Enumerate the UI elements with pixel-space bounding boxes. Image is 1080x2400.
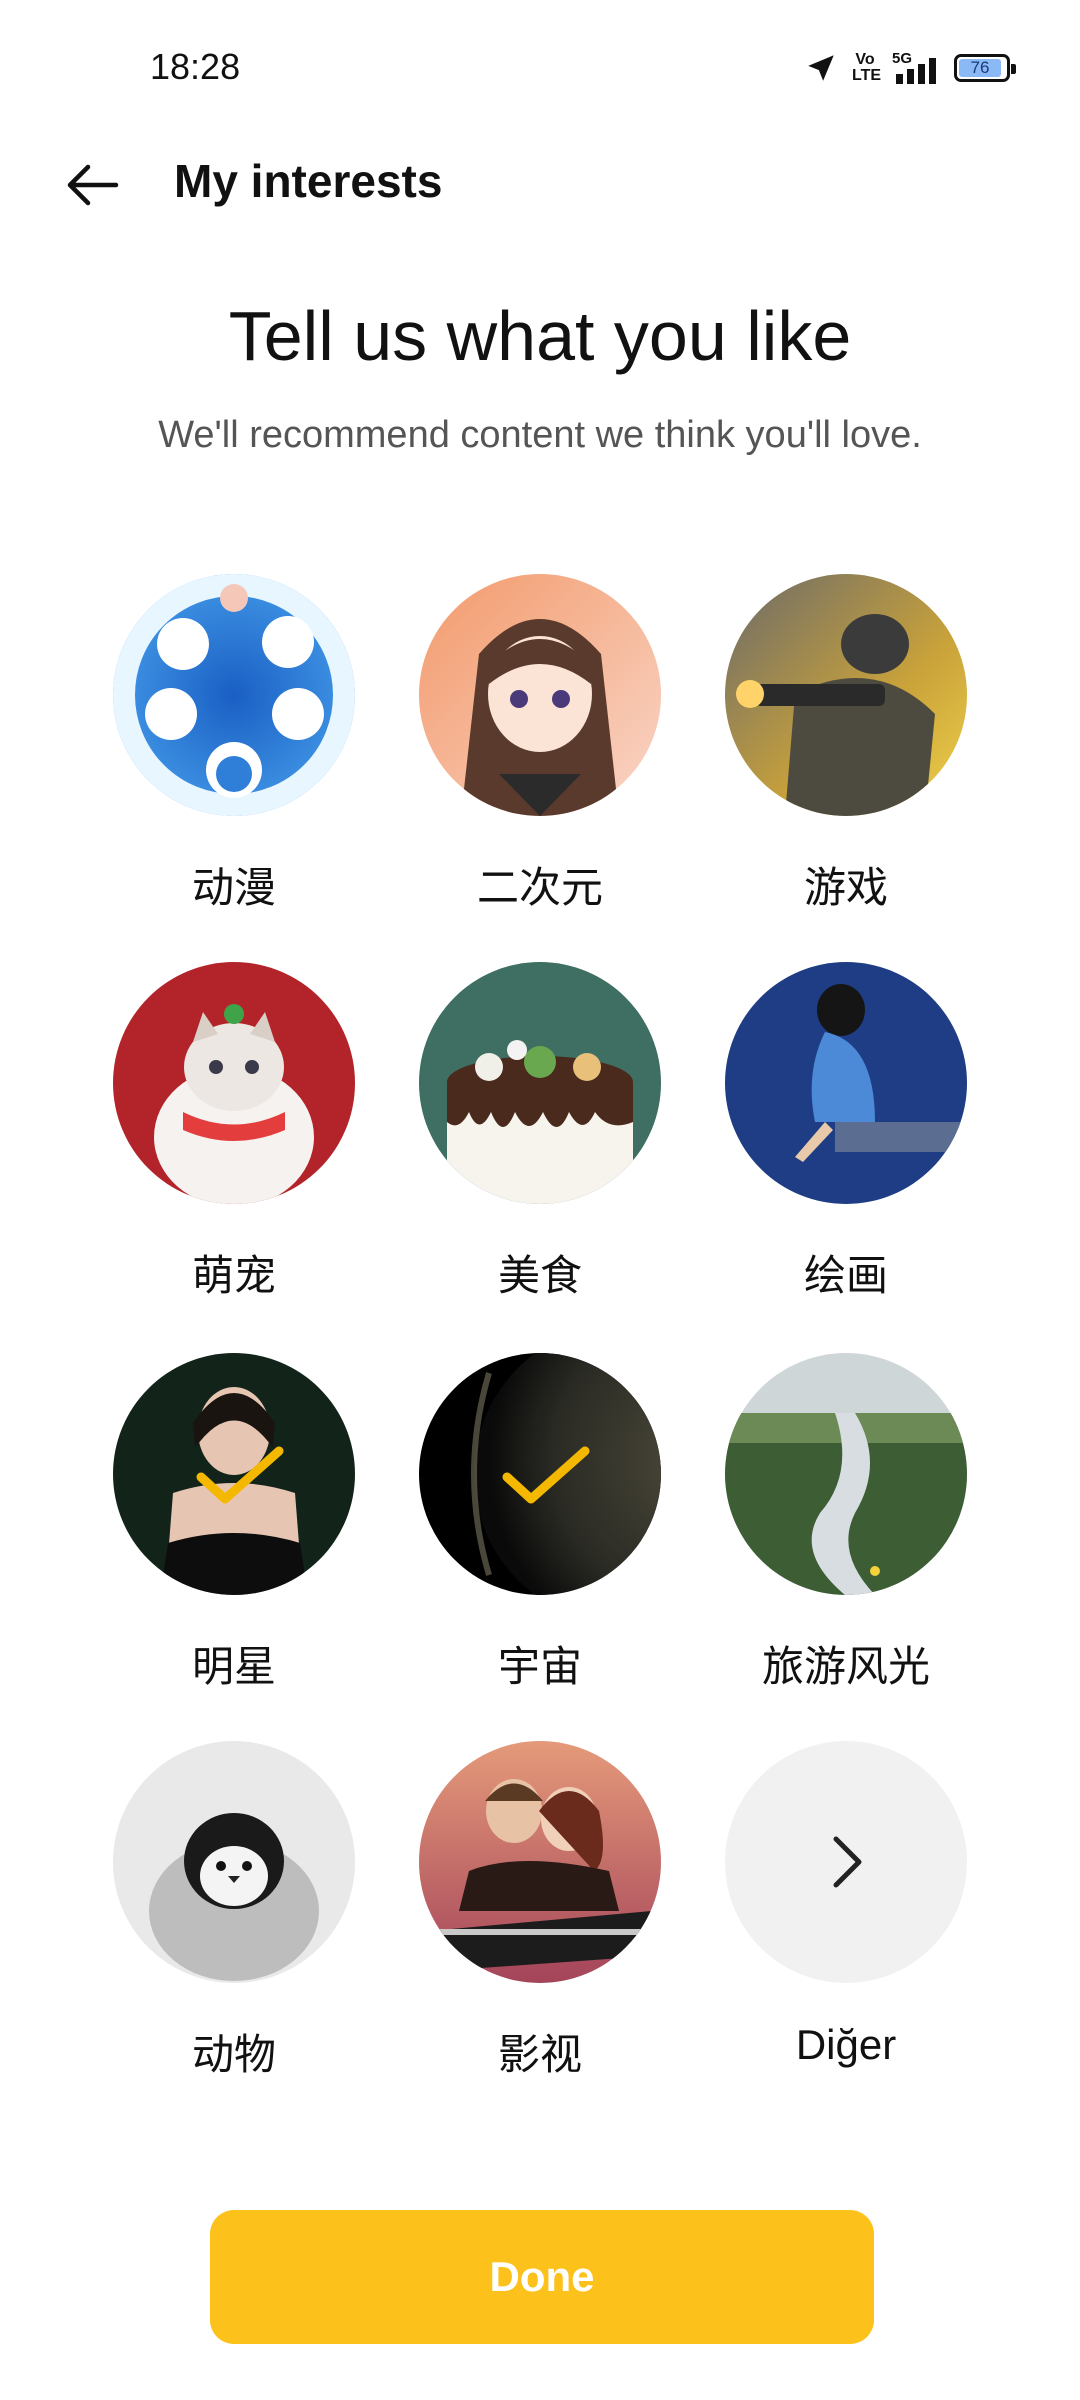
interest-tile-more[interactable]: Diğer [721, 1741, 971, 2069]
interest-label: 旅游风光 [761, 1643, 930, 1690]
interest-tile-pets[interactable]: 萌宠 [109, 962, 359, 1303]
interest-tile-games[interactable]: 游戏 [721, 574, 971, 915]
animals-image [113, 1741, 355, 1983]
chevron-right-icon [833, 1836, 862, 1888]
interest-label: 影视 [497, 2031, 582, 2078]
acg-image [419, 574, 661, 816]
painting-image [725, 962, 967, 1204]
food-image [419, 962, 661, 1204]
interest-tile-painting[interactable]: 绘画 [721, 962, 971, 1303]
arrow-left-icon [67, 164, 119, 206]
celebrity-image [113, 1353, 355, 1595]
status-icons: Vo LTE 5G 76 [804, 48, 1016, 88]
interest-label: 游戏 [803, 864, 888, 911]
games-image [725, 574, 967, 816]
interest-label: 宇宙 [497, 1643, 582, 1690]
more-circle [725, 1741, 967, 1983]
film-image [419, 1741, 661, 1983]
signal-icon: 5G [892, 50, 940, 86]
status-bar: 18:28 Vo LTE 5G 76 [0, 0, 1080, 120]
anime-image [113, 574, 355, 816]
interest-tile-acg[interactable]: 二次元 [415, 574, 665, 915]
battery-level: 76 [970, 58, 990, 77]
volte-indicator: Vo LTE [852, 51, 882, 84]
back-button[interactable] [62, 150, 132, 220]
universe-image [419, 1353, 661, 1595]
interest-label: 明星 [191, 1643, 276, 1690]
interest-label: 美食 [497, 1252, 582, 1299]
interest-label: Diğer [795, 2021, 897, 2068]
checkmark-icon [502, 1446, 590, 1504]
interest-tile-travel[interactable]: 旅游风光 [721, 1353, 971, 1694]
page-title: My interests [174, 155, 443, 207]
interest-tile-universe[interactable]: 宇宙 [415, 1353, 665, 1694]
checkmark-icon [196, 1446, 284, 1504]
status-time: 18:28 [150, 46, 241, 87]
interest-tile-film[interactable]: 影视 [415, 1741, 665, 2082]
interest-label: 动漫 [191, 864, 276, 911]
interest-tile-celebrity[interactable]: 明星 [109, 1353, 359, 1694]
interest-label: 萌宠 [191, 1252, 276, 1299]
battery-icon: 76 [954, 54, 1016, 82]
subheadline: We'll recommend content we think you'll … [158, 414, 922, 456]
location-arrow-icon [808, 55, 834, 81]
interest-label: 二次元 [476, 864, 603, 911]
interest-label: 动物 [191, 2031, 276, 2078]
interest-tile-food[interactable]: 美食 [415, 962, 665, 1303]
headline: Tell us what you like [228, 297, 852, 375]
pets-image [113, 962, 355, 1204]
done-button[interactable]: Done [210, 2210, 874, 2344]
travel-image [725, 1353, 967, 1595]
interest-label: 绘画 [803, 1252, 888, 1299]
interest-tile-animals[interactable]: 动物 [109, 1741, 359, 2082]
interest-tile-anime[interactable]: 动漫 [109, 574, 359, 915]
